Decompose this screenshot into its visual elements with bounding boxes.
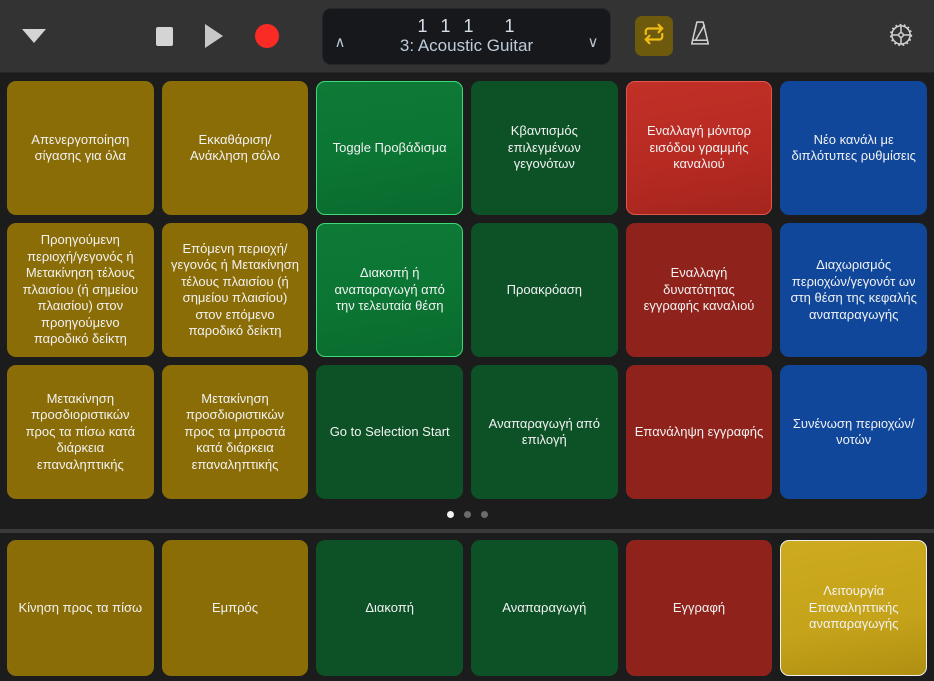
- toolbar-transport-group: [156, 24, 279, 48]
- lcd-position-value: 1 1 1 1: [417, 15, 516, 36]
- transport-pad-label: Αναπαραγωγή: [502, 599, 587, 615]
- gear-icon: [888, 22, 914, 51]
- command-pad-label: Εναλλαγή μόνιτορ εισόδου γραμμής καναλιο…: [646, 123, 752, 172]
- page-indicator-dots[interactable]: [7, 499, 927, 529]
- menu-chevron-down-button[interactable]: [22, 29, 46, 43]
- command-pad-label: Toggle Προβάδισμα: [332, 139, 447, 155]
- cycle-button[interactable]: [635, 16, 673, 56]
- command-pad-label: Εκκαθάριση/ Ανάκληση σόλο: [189, 131, 281, 164]
- metronome-icon: [687, 20, 713, 52]
- command-pad[interactable]: Εκκαθάριση/ Ανάκληση σόλο: [161, 81, 309, 215]
- transport-pad[interactable]: Εγγραφή: [625, 540, 773, 676]
- transport-pad-row: Κίνηση προς τα πίσω Εμπρός Διακοπή Αναπαραγ…: [0, 533, 934, 681]
- command-pad-label: Μετακίνηση προσδιοριστικών προς τα πίσω …: [25, 390, 136, 472]
- transport-pad-label: Κίνηση προς τα πίσω: [18, 599, 143, 615]
- command-pad-label: Προακρόαση: [506, 281, 583, 297]
- command-pad-label: Διαχωρισμός περιοχών/γεγονότ ων στη θέση…: [790, 257, 917, 322]
- toolbar-left-group: [0, 29, 46, 43]
- toolbar-mode-group: [635, 16, 713, 56]
- lcd-track-name: 3: Acoustic Guitar: [399, 36, 534, 56]
- transport-pad[interactable]: Εμπρός: [161, 540, 309, 676]
- command-pad-label: Go to Selection Start: [329, 423, 450, 439]
- record-button[interactable]: [255, 24, 279, 48]
- command-pad-label: Απενεργοποίηση σίγασης για όλα: [31, 131, 130, 164]
- command-pad-label: Νέο κανάλι με διπλότυπες ρυθμίσεις: [791, 131, 916, 164]
- command-pad[interactable]: Προακρόαση: [471, 223, 618, 357]
- toolbar: ∧ 1 1 1 1 3: Acoustic Guitar ∨: [0, 0, 934, 73]
- command-pad[interactable]: Κβαντισμός επιλεγμένων γεγονότων: [471, 81, 618, 215]
- command-pad[interactable]: Αναπαραγωγή από επιλογή: [471, 365, 618, 499]
- lcd-display[interactable]: ∧ 1 1 1 1 3: Acoustic Guitar ∨: [322, 8, 611, 65]
- play-icon: [205, 24, 223, 48]
- command-pad[interactable]: Επανάληψη εγγραφής: [625, 365, 773, 499]
- command-pad[interactable]: Διακοπή ή αναπαραγωγή από την τελευταία …: [316, 223, 463, 357]
- command-pad-label: Επανάληψη εγγραφής: [634, 423, 764, 439]
- transport-pad[interactable]: Λειτουργία Επαναληπτικής αναπαραγωγής: [780, 540, 927, 676]
- command-pad[interactable]: Απενεργοποίηση σίγασης για όλα: [7, 81, 154, 215]
- page-dot[interactable]: [480, 510, 488, 518]
- command-pad-label: Προηγούμενη περιοχή/γεγονός ή Μετακίνηση…: [22, 232, 139, 347]
- cycle-loop-icon: [643, 23, 665, 50]
- lcd-down-chevron-icon[interactable]: ∨: [576, 23, 610, 51]
- command-pad[interactable]: Εναλλαγή μόνιτορ εισόδου γραμμής καναλιο…: [625, 81, 773, 215]
- transport-pad-label: Λειτουργία Επαναληπτικής αναπαραγωγής: [808, 583, 899, 632]
- command-pad[interactable]: Go to Selection Start: [316, 365, 463, 499]
- transport-pad[interactable]: Κίνηση προς τα πίσω: [7, 540, 154, 676]
- command-pad[interactable]: Διαχωρισμός περιοχών/γεγονότ ων στη θέση…: [780, 223, 927, 357]
- metronome-button[interactable]: [687, 20, 713, 52]
- command-pad[interactable]: Νέο κανάλι με διπλότυπες ρυθμίσεις: [780, 81, 927, 215]
- command-pad-label: Εναλλαγή δυνατότητας εγγραφής καναλιού: [643, 265, 755, 314]
- transport-pad-label: Διακοπή: [365, 599, 414, 615]
- command-pad-label: Διακοπή ή αναπαραγωγή από την τελευταία …: [334, 265, 445, 314]
- command-pad-label: Αναπαραγωγή από επιλογή: [488, 415, 601, 448]
- command-pad-label: Συνένωση περιοχών/νοτών: [792, 415, 915, 448]
- command-pad[interactable]: Toggle Προβάδισμα: [316, 81, 463, 215]
- settings-button[interactable]: [888, 22, 914, 51]
- transport-pad-label: Εγγραφή: [672, 599, 726, 615]
- toolbar-right-group: [888, 22, 914, 51]
- command-pad[interactable]: Επόμενη περιοχή/γεγονός ή Μετακίνηση τέλ…: [161, 223, 309, 357]
- stop-button[interactable]: [156, 26, 173, 46]
- command-pad[interactable]: Προηγούμενη περιοχή/γεγονός ή Μετακίνηση…: [7, 223, 154, 357]
- lcd-body: 1 1 1 1 3: Acoustic Guitar: [357, 15, 576, 57]
- play-button[interactable]: [205, 24, 223, 48]
- command-pad-grid: Απενεργοποίηση σίγασης για όλα Εκκαθάριση…: [7, 81, 927, 499]
- record-icon: [255, 24, 279, 48]
- lcd-up-chevron-icon[interactable]: ∧: [323, 23, 357, 51]
- command-pad-label: Μετακίνηση προσδιοριστικών προς τα μπροσ…: [184, 390, 286, 472]
- page-dot[interactable]: [446, 510, 454, 518]
- command-pad-label: Επόμενη περιοχή/γεγονός ή Μετακίνηση τέλ…: [171, 240, 299, 339]
- transport-pad[interactable]: Διακοπή: [316, 540, 463, 676]
- command-grid-section: Απενεργοποίηση σίγασης για όλα Εκκαθάριση…: [0, 73, 934, 529]
- page-dot[interactable]: [463, 510, 471, 518]
- stop-icon: [156, 26, 173, 46]
- command-pad[interactable]: Συνένωση περιοχών/νοτών: [780, 365, 927, 499]
- chevron-down-icon: [22, 29, 46, 43]
- command-pad[interactable]: Μετακίνηση προσδιοριστικών προς τα μπροσ…: [161, 365, 309, 499]
- command-pad[interactable]: Μετακίνηση προσδιοριστικών προς τα πίσω …: [7, 365, 154, 499]
- app-root: ∧ 1 1 1 1 3: Acoustic Guitar ∨ Απενεργοπ…: [0, 0, 934, 681]
- command-pad-label: Κβαντισμός επιλεγμένων γεγονότων: [507, 123, 581, 172]
- transport-pad-label: Εμπρός: [211, 599, 258, 615]
- command-pad[interactable]: Εναλλαγή δυνατότητας εγγραφής καναλιού: [625, 223, 773, 357]
- transport-pad[interactable]: Αναπαραγωγή: [471, 540, 618, 676]
